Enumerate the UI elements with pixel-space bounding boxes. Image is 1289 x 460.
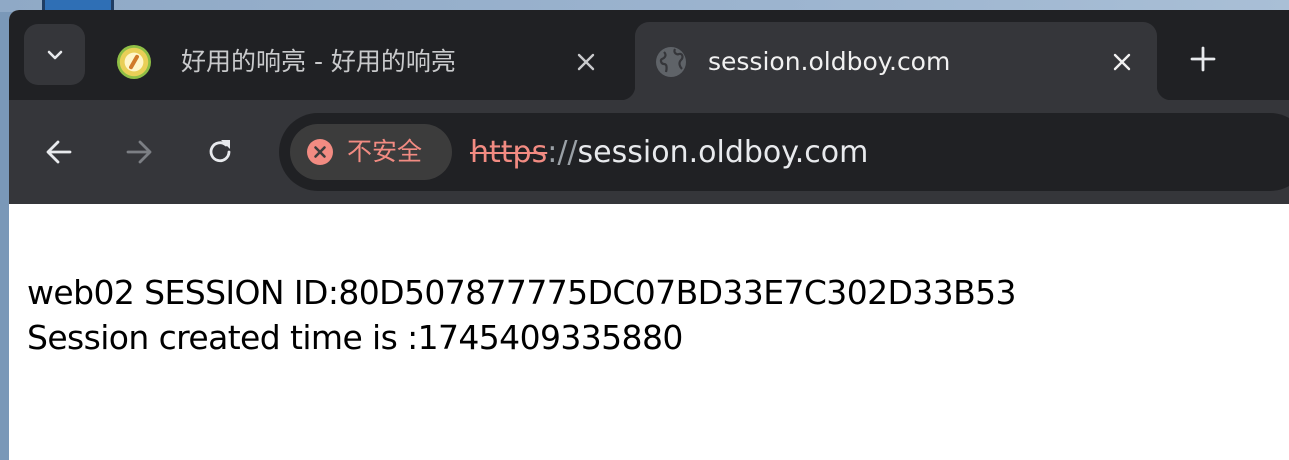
security-indicator[interactable]: 不安全: [290, 124, 452, 180]
session-id-text: web02 SESSION ID:80D507877775DC07BD33E7C…: [27, 273, 1017, 312]
reload-icon: [209, 140, 231, 163]
url-host: session.oldboy.com: [577, 135, 869, 170]
not-secure-icon: [307, 139, 333, 165]
tab-search-button[interactable]: [24, 24, 85, 85]
arrow-right-icon: [126, 140, 152, 164]
plus-icon: [1190, 46, 1216, 72]
close-icon[interactable]: [1110, 50, 1134, 74]
address-bar[interactable]: 不安全 https://session.oldboy.com: [279, 113, 1289, 191]
tab-strip: 好用的响亮 - 好用的响亮 session.oldboy.com: [9, 10, 1289, 100]
globe-icon: [656, 47, 686, 77]
tab-session[interactable]: session.oldboy.com: [621, 22, 1171, 100]
security-label: 不安全: [347, 137, 423, 166]
url-text[interactable]: https://session.oldboy.com: [470, 135, 868, 171]
arrow-left-icon: [46, 140, 72, 164]
chevron-down-icon: [47, 50, 62, 59]
tab-title: session.oldboy.com: [708, 47, 951, 76]
navigation-toolbar: 不安全 https://session.oldboy.com: [9, 100, 1289, 204]
url-scheme: https: [470, 135, 548, 170]
reload-button[interactable]: [198, 130, 242, 174]
tab-title: 好用的响亮 - 好用的响亮: [181, 47, 456, 76]
close-icon[interactable]: [574, 50, 598, 74]
session-created-text: Session created time is :1745409335880: [27, 318, 683, 357]
back-button[interactable]: [37, 130, 81, 174]
desktop-shortcut-icon[interactable]: [42, 0, 114, 10]
url-separator: ://: [547, 135, 578, 170]
forward-button[interactable]: [117, 130, 161, 174]
browser-window: 好用的响亮 - 好用的响亮 session.oldboy.com 不安全 htt…: [9, 10, 1289, 460]
page-content: web02 SESSION ID:80D507877775DC07BD33E7C…: [9, 204, 1289, 460]
tab-app[interactable]: 好用的响亮 - 好用的响亮: [99, 22, 624, 100]
new-tab-button[interactable]: [1182, 38, 1224, 80]
app-favicon-icon: [117, 45, 151, 79]
